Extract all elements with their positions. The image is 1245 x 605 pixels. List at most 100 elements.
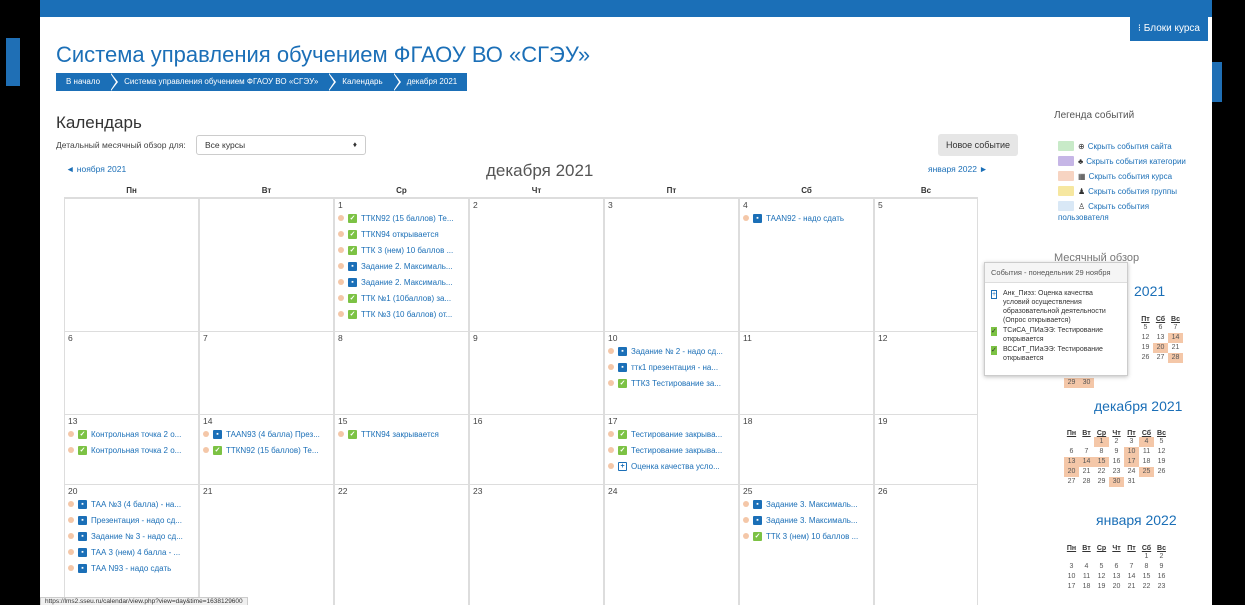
mini-day[interactable]: 29 — [1094, 477, 1109, 487]
mini-day[interactable]: 21 — [1079, 467, 1094, 477]
day-number[interactable]: 20 — [68, 486, 77, 496]
popover-event[interactable]: ✓ ТСиСА_ПИаЭЭ: Тестирование открывается — [991, 326, 1121, 344]
calendar-event[interactable]: ✓ ТТК 3 (нем) 10 баллов ... — [743, 529, 858, 543]
mini-day[interactable]: 2 — [1109, 437, 1124, 447]
mini-day[interactable]: 2 — [1154, 552, 1169, 562]
day-cell[interactable]: 17 ✓ Тестирование закрыва... ✓ Тестирование … — [604, 415, 739, 484]
day-number[interactable]: 9 — [473, 333, 478, 343]
day-cell[interactable]: 15 ✓ ТТКN94 закрывается — [334, 415, 469, 484]
mini-day[interactable]: 23 — [1109, 467, 1124, 477]
eye-icon[interactable] — [1058, 171, 1074, 181]
mini-day[interactable]: 20 — [1064, 467, 1079, 477]
mini-day[interactable]: 23 — [1154, 582, 1169, 592]
calendar-event[interactable]: ✓ Тестирование закрыва... — [608, 427, 722, 441]
mini-day[interactable]: 12 — [1138, 333, 1153, 343]
mini-day[interactable]: 8 — [1139, 562, 1154, 572]
mini-day[interactable]: 30 — [1109, 477, 1124, 487]
mini-day[interactable]: 11 — [1139, 447, 1154, 457]
calendar-event[interactable]: ✓ Контрольная точка 2 о... — [68, 443, 181, 457]
day-cell[interactable] — [64, 199, 199, 331]
calendar-event[interactable]: ▪ Задание 2. Максималь... — [338, 275, 453, 289]
mini-day[interactable]: 1 — [1139, 552, 1154, 562]
mini-day[interactable]: 19 — [1094, 582, 1109, 592]
day-number[interactable]: 24 — [608, 486, 617, 496]
calendar-event[interactable]: ✓ ТТК №3 (10 баллов) от... — [338, 307, 452, 321]
day-number[interactable]: 7 — [203, 333, 208, 343]
mini-day[interactable]: 24 — [1124, 467, 1139, 477]
mini-day[interactable]: 17 — [1124, 457, 1139, 467]
mini-day[interactable]: 14 — [1124, 572, 1139, 582]
day-cell[interactable]: 19 — [874, 415, 978, 484]
day-number[interactable]: 14 — [203, 416, 212, 426]
day-number[interactable]: 4 — [743, 200, 748, 210]
mini-day[interactable]: 10 — [1124, 447, 1139, 457]
mini-day[interactable]: 12 — [1094, 572, 1109, 582]
calendar-event[interactable]: ▪ Задание 3. Максималь... — [743, 513, 858, 527]
legend-item[interactable]: ♙ Скрыть события — [1058, 200, 1149, 212]
mini-day[interactable]: 7 — [1168, 323, 1183, 333]
legend-item[interactable]: ⊕ Скрыть события сайта — [1058, 140, 1172, 152]
calendar-event[interactable]: ▪ ТАА 3 (нем) 4 балла - ... — [68, 545, 180, 559]
new-event-button[interactable]: Новое событие — [938, 134, 1018, 156]
mini-day[interactable]: 3 — [1124, 437, 1139, 447]
day-cell[interactable]: 21 — [199, 485, 334, 605]
next-month-link[interactable]: января 2022 ► — [928, 164, 988, 174]
mini-day[interactable]: 7 — [1124, 562, 1139, 572]
legend-item[interactable]: ♟ Скрыть события группы — [1058, 185, 1177, 197]
mini-day[interactable]: 26 — [1154, 467, 1169, 477]
course-select[interactable]: Все курсы ♦ — [196, 135, 366, 155]
mini-day[interactable]: 1 — [1094, 437, 1109, 447]
calendar-event[interactable]: ✓ ТТК №1 (10баллов) за... — [338, 291, 451, 305]
day-number[interactable]: 8 — [338, 333, 343, 343]
mini-day[interactable]: 19 — [1154, 457, 1169, 467]
day-cell[interactable]: 25 ▪ Задание 3. Максималь... ▪ Задание 3. Ма… — [739, 485, 874, 605]
mini-day[interactable]: 11 — [1079, 572, 1094, 582]
day-cell[interactable]: 12 — [874, 332, 978, 414]
mini-day[interactable]: 15 — [1094, 457, 1109, 467]
mini-day[interactable]: 14 — [1079, 457, 1094, 467]
mini-day[interactable]: 18 — [1079, 582, 1094, 592]
day-cell[interactable]: 9 — [469, 332, 604, 414]
breadcrumb-home[interactable]: В начало — [56, 73, 119, 91]
mini-day[interactable]: 12 — [1154, 447, 1169, 457]
mini-day[interactable]: 13 — [1153, 333, 1168, 343]
eye-icon[interactable] — [1058, 156, 1074, 166]
mini-day[interactable]: 28 — [1168, 353, 1183, 363]
mini-day[interactable]: 4 — [1079, 562, 1094, 572]
day-cell[interactable]: 24 — [604, 485, 739, 605]
mini-day[interactable]: 27 — [1153, 353, 1168, 363]
mini-day[interactable]: 21 — [1124, 582, 1139, 592]
day-cell[interactable]: 18 — [739, 415, 874, 484]
mini-day[interactable]: 18 — [1139, 457, 1154, 467]
day-cell[interactable]: 5 — [874, 199, 978, 331]
calendar-event[interactable]: ✓ ТТКN92 (15 баллов) Те... — [203, 443, 319, 457]
mini-day[interactable]: 25 — [1139, 467, 1154, 477]
day-number[interactable]: 2 — [473, 200, 478, 210]
calendar-event[interactable]: ▪ ТАА №3 (4 балла) - на... — [68, 497, 181, 511]
breadcrumb-site[interactable]: Система управления обучением ФГАОУ ВО «С… — [110, 73, 337, 91]
day-number[interactable]: 22 — [338, 486, 347, 496]
calendar-event[interactable]: ✓ ТТКN94 открывается — [338, 227, 439, 241]
mini-day[interactable]: 19 — [1138, 343, 1153, 353]
mini-day[interactable]: 31 — [1124, 477, 1139, 487]
day-number[interactable]: 12 — [878, 333, 887, 343]
mini-day[interactable]: 5 — [1154, 437, 1169, 447]
mini-day[interactable]: 14 — [1168, 333, 1183, 343]
day-cell[interactable]: 8 — [334, 332, 469, 414]
mini-day[interactable]: 4 — [1139, 437, 1154, 447]
calendar-event[interactable]: ✓ ТТКN92 (15 баллов) Те... — [338, 211, 454, 225]
calendar-event[interactable]: + Оценка качества усло... — [608, 459, 720, 473]
day-number[interactable]: 5 — [878, 200, 883, 210]
day-number[interactable]: 15 — [338, 416, 347, 426]
popover-event[interactable]: + Анк_Пиэз: Оценка качества условий осуще… — [991, 289, 1121, 325]
mini-day[interactable]: 30 — [1079, 378, 1094, 388]
day-number[interactable]: 3 — [608, 200, 613, 210]
day-number[interactable]: 18 — [743, 416, 752, 426]
day-cell[interactable] — [199, 199, 334, 331]
calendar-event[interactable]: ✓ Контрольная точка 2 о... — [68, 427, 181, 441]
calendar-event[interactable]: ▪ ттк1 презентация - на... — [608, 360, 718, 374]
calendar-event[interactable]: ▪ Задание № 3 - надо сд... — [68, 529, 183, 543]
breadcrumb-calendar[interactable]: Календарь — [328, 73, 402, 91]
mini-day[interactable]: 20 — [1109, 582, 1124, 592]
day-cell[interactable]: 10 ▪ Задание № 2 - надо сд... ▪ ттк1 презент… — [604, 332, 739, 414]
